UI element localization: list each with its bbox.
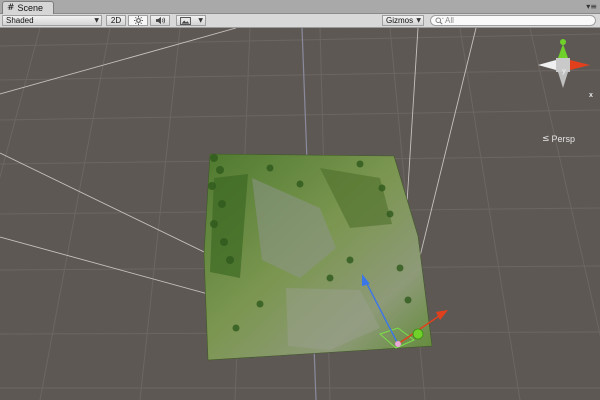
gizmos-dropdown[interactable]: Gizmos ▼: [382, 15, 424, 26]
y-cone-icon[interactable]: [558, 44, 568, 58]
search-placeholder: All: [445, 16, 454, 25]
tab-scene[interactable]: # Scene: [2, 1, 54, 14]
neg-x-cone-icon[interactable]: [538, 60, 556, 70]
speaker-icon: [155, 16, 165, 25]
chevron-down-icon: ▼: [198, 17, 203, 24]
hash-icon: #: [7, 3, 15, 13]
tab-bar: # Scene ▾≡: [0, 0, 600, 14]
terrain: [203, 153, 433, 361]
sun-icon: [133, 16, 143, 25]
chevron-down-icon: ▼: [94, 17, 99, 24]
mode-2d-button[interactable]: 2D: [106, 15, 126, 26]
shading-mode-dropdown[interactable]: Shaded ▼: [2, 15, 102, 26]
mode-2d-label: 2D: [110, 16, 122, 25]
persp-icon: ≤: [542, 134, 550, 144]
scene-viewport[interactable]: y x ≤ Persp: [0, 28, 600, 400]
lighting-toggle-button[interactable]: [128, 15, 148, 26]
orientation-gizmo[interactable]: [538, 39, 590, 88]
tab-scene-label: Scene: [17, 3, 44, 13]
scene-window: # Scene ▾≡ Shaded ▼ 2D ▼ Gizmos ▼ All y …: [0, 0, 600, 400]
audio-toggle-button[interactable]: [150, 15, 170, 26]
chevron-down-icon: ▼: [416, 17, 421, 24]
search-input[interactable]: All: [430, 15, 596, 26]
tab-menu-icon[interactable]: ▾≡: [586, 0, 597, 13]
x-axis-handle[interactable]: [436, 310, 448, 320]
y-axis-handle[interactable]: [412, 328, 424, 340]
image-icon: [180, 16, 191, 25]
gizmo-y-label: y: [562, 68, 566, 75]
projection-toggle[interactable]: ≤ Persp: [542, 134, 575, 144]
projection-label: Persp: [551, 134, 576, 144]
effects-dropdown[interactable]: ▼: [176, 15, 206, 26]
gizmos-label: Gizmos: [386, 16, 414, 25]
gizmo-x-label: x: [589, 92, 593, 99]
shading-mode-label: Shaded: [6, 16, 34, 25]
search-icon: [435, 16, 444, 24]
x-cone-icon[interactable]: [570, 60, 590, 70]
scene-canvas: [0, 28, 600, 400]
pivot-handle[interactable]: [395, 341, 401, 347]
scene-toolbar: Shaded ▼ 2D ▼ Gizmos ▼ All: [0, 14, 600, 28]
